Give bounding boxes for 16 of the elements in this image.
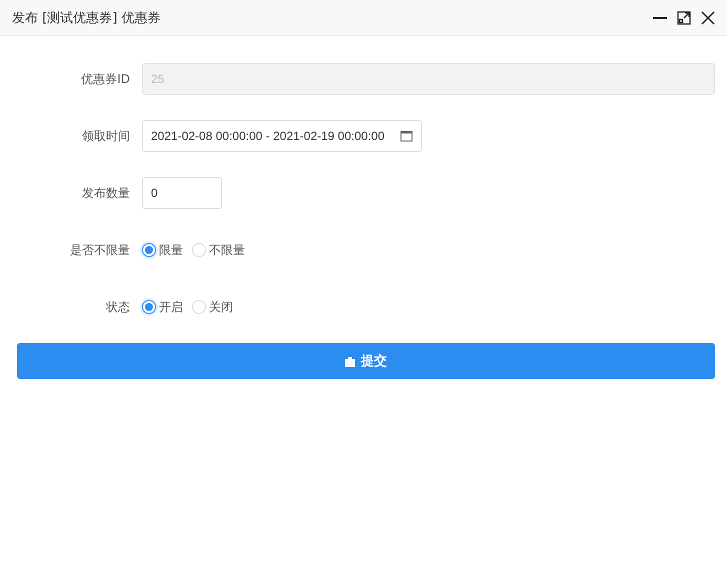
- window-title: 发布 [测试优惠券] 优惠券: [12, 10, 162, 26]
- calendar-icon: [400, 130, 413, 142]
- close-icon[interactable]: [701, 10, 715, 24]
- field-label: 发布数量: [81, 184, 131, 202]
- input-field[interactable]: 0: [142, 177, 222, 209]
- maximize-icon[interactable]: [677, 10, 691, 24]
- field-label: 是否不限量: [69, 242, 131, 258]
- radio-option[interactable]: 不限量: [192, 242, 245, 258]
- field-label: 状态: [105, 298, 131, 316]
- bag-icon: [345, 356, 355, 366]
- date-range-field[interactable]: 2021-02-08 00:00:00 - 2021-02-19 00:00:00: [142, 120, 422, 152]
- field-label: 领取时间: [81, 128, 131, 144]
- radio-option[interactable]: 开启: [142, 298, 183, 316]
- radio-option[interactable]: 限量: [142, 242, 183, 258]
- radio-option[interactable]: 关闭: [192, 298, 233, 316]
- field-label: 优惠券ID: [80, 70, 131, 88]
